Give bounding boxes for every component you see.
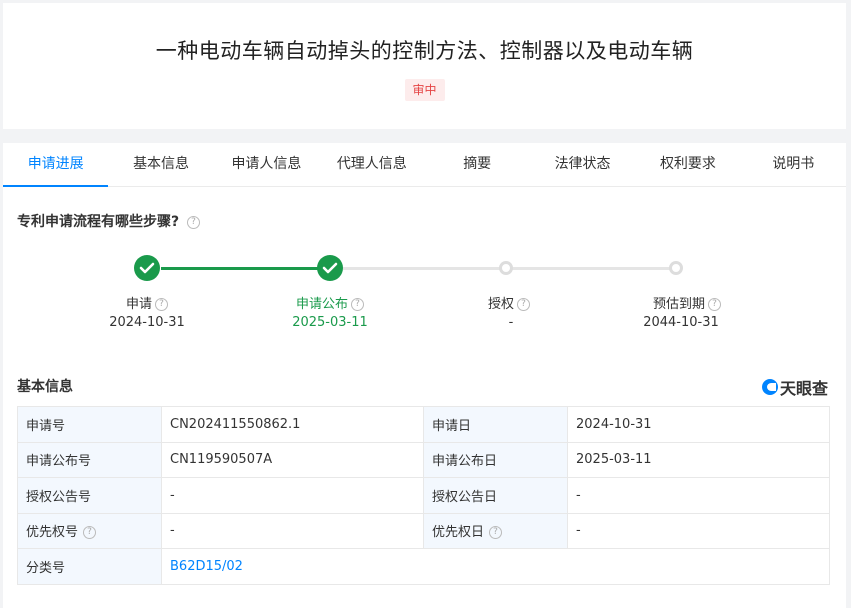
table-row: 授权公告号 - 授权公告日 -	[17, 477, 830, 514]
cell-value: -	[567, 477, 830, 514]
tianyancha-logo-icon	[761, 379, 778, 395]
cell-value: CN202411550862.1	[161, 406, 424, 443]
check-icon	[322, 262, 338, 274]
tab-agent[interactable]: 代理人信息	[319, 143, 424, 186]
tab-bar: 申请进展 基本信息 申请人信息 代理人信息 摘要 法律状态 权利要求 说明书	[3, 143, 846, 187]
tab-abstract[interactable]: 摘要	[425, 143, 530, 186]
tab-progress[interactable]: 申请进展	[3, 143, 109, 187]
cell-label: 申请日	[423, 406, 568, 443]
process-title-text: 专利申请流程有哪些步骤?	[17, 214, 180, 230]
cell-label: 授权公告号	[17, 477, 162, 514]
step-label-expire: 预估到期?	[617, 293, 757, 312]
progress-line-done	[161, 267, 331, 270]
header-card: 一种电动车辆自动掉头的控制方法、控制器以及电动车辆 审中	[3, 3, 846, 129]
help-icon[interactable]: ?	[517, 298, 530, 311]
help-icon[interactable]: ?	[83, 526, 97, 540]
table-row: 优先权号? - 优先权日? -	[17, 512, 830, 549]
step-label-apply: 申请?	[77, 293, 217, 312]
step-node-grant	[499, 261, 513, 275]
cell-label: 申请号	[17, 406, 162, 443]
cell-label: 分类号	[17, 548, 162, 585]
classification-cell: B62D15/02	[161, 548, 830, 585]
cell-value: 2024-10-31	[567, 406, 830, 443]
step-label-expire-text: 预估到期	[652, 297, 705, 312]
step-label-publish: 申请公布?	[260, 293, 400, 312]
step-date-publish: 2025-03-11	[292, 315, 368, 330]
priority-label-text: 优先权号	[26, 525, 79, 541]
tab-claims[interactable]: 权利要求	[635, 143, 740, 186]
step-label-grant-text: 授权	[487, 297, 514, 312]
help-icon[interactable]: ?	[489, 526, 503, 540]
tab-basic-info[interactable]: 基本信息	[108, 143, 213, 186]
step-label-grant: 授权?	[439, 293, 579, 312]
tab-applicant[interactable]: 申请人信息	[214, 143, 319, 186]
cell-label: 授权公告日	[423, 477, 568, 514]
step-date-apply: 2024-10-31	[109, 315, 185, 330]
help-icon[interactable]: ?	[155, 298, 168, 311]
priority-date-label-text: 优先权日	[432, 525, 485, 541]
page-title: 一种电动车辆自动掉头的控制方法、控制器以及电动车辆	[155, 39, 694, 63]
process-steps: 申请? 申请公布? 授权? 预估到期? 2024-10-31 2025-03-1…	[3, 255, 846, 345]
tab-description[interactable]: 说明书	[741, 143, 846, 186]
status-badge: 审中	[404, 79, 445, 101]
step-date-grant: -	[508, 315, 514, 330]
cell-label: 优先权号?	[17, 512, 162, 549]
cell-value: CN119590507A	[161, 441, 424, 478]
step-node-apply	[134, 255, 160, 281]
classification-link[interactable]: B62D15/02	[170, 559, 243, 574]
step-node-expire	[669, 261, 683, 275]
table-row: 申请公布号 CN119590507A 申请公布日 2025-03-11	[17, 441, 830, 478]
tianyancha-logo: 天眼查	[761, 375, 828, 399]
main-card: 申请进展 基本信息 申请人信息 代理人信息 摘要 法律状态 权利要求 说明书 专…	[3, 143, 846, 608]
cell-label: 优先权日?	[423, 512, 568, 549]
step-label-apply-text: 申请	[125, 297, 152, 312]
cell-value: -	[161, 512, 424, 549]
tab-legal-status[interactable]: 法律状态	[530, 143, 635, 186]
step-date-expire: 2044-10-31	[643, 315, 719, 330]
table-row: 申请号 CN202411550862.1 申请日 2024-10-31	[17, 406, 830, 443]
basic-info-title: 基本信息	[17, 379, 73, 395]
cell-label: 申请公布日	[423, 441, 568, 478]
help-icon[interactable]: ?	[351, 298, 364, 311]
step-label-publish-text: 申请公布	[295, 297, 348, 312]
process-title: 专利申请流程有哪些步骤? ?	[17, 211, 200, 231]
logo-text: 天眼查	[779, 379, 828, 398]
help-icon[interactable]: ?	[187, 215, 200, 229]
check-icon	[139, 262, 155, 274]
basic-info-table: 申请号 CN202411550862.1 申请日 2024-10-31 申请公布…	[17, 406, 830, 585]
table-row: 分类号 B62D15/02	[17, 548, 830, 585]
cell-value: -	[161, 477, 424, 514]
cell-label: 申请公布号	[17, 441, 162, 478]
cell-value: -	[567, 512, 830, 549]
cell-value: 2025-03-11	[567, 441, 830, 478]
step-node-publish	[317, 255, 343, 281]
help-icon[interactable]: ?	[708, 298, 721, 311]
